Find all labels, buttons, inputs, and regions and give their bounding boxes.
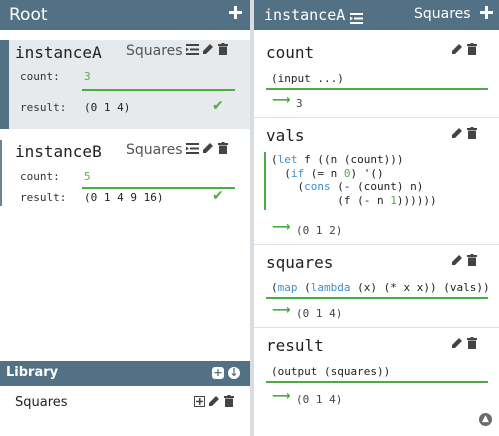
trash-icon[interactable]	[466, 254, 477, 269]
download-circle-icon[interactable]: ↓	[228, 367, 240, 379]
add-box-icon[interactable]	[194, 396, 205, 410]
trash-icon[interactable]	[466, 127, 477, 142]
cell-output: 3	[296, 97, 303, 110]
count-input[interactable]: 5	[84, 170, 91, 183]
root-pane: Root instanceA Squares count: 3 result: …	[0, 0, 250, 436]
cell-controls	[452, 127, 477, 142]
instance-type: Squares	[126, 142, 183, 158]
count-input[interactable]: 3	[84, 70, 91, 83]
count-label: count:	[20, 170, 60, 183]
library-item[interactable]: Squares	[15, 395, 68, 410]
count-underline	[82, 89, 235, 91]
add-box-icon[interactable]: +	[212, 367, 224, 379]
result-value: (0 1 4)	[84, 101, 131, 114]
cell-squares: squares (map (lambda (x) (* x x)) (vals)…	[254, 245, 499, 328]
instance-title: instanceA	[264, 6, 346, 24]
result-value: (0 1 4 9 16)	[84, 191, 164, 204]
instance-name: instanceA	[15, 43, 102, 62]
pencil-icon[interactable]	[203, 43, 214, 58]
cell-vals: vals (let f ((n (count))) (if (= n 0) '(…	[254, 118, 499, 245]
cell-count: count (input ...) ⟶ 3	[254, 30, 499, 118]
trash-icon[interactable]	[218, 142, 228, 157]
check-icon: ✔	[212, 188, 224, 204]
arrow-right-icon: ⟶	[272, 303, 291, 318]
list-icon[interactable]	[350, 9, 363, 24]
selected-stripe	[0, 40, 9, 129]
instance-card-a[interactable]: instanceA Squares count: 3 result: (0 1 …	[0, 40, 250, 129]
cell-title: count	[266, 43, 315, 62]
code-underline	[266, 381, 488, 383]
instance-type: Squares	[414, 6, 471, 22]
code-underline	[266, 88, 488, 90]
scroll-up-icon[interactable]: ▲	[479, 413, 492, 426]
trash-icon[interactable]	[218, 43, 228, 58]
code-bar	[264, 152, 266, 210]
cell-controls	[452, 337, 477, 352]
arrow-right-icon: ⟶	[272, 93, 291, 108]
cell-code[interactable]: (input ...)	[271, 72, 344, 86]
arrow-right-icon: ⟶	[272, 389, 291, 404]
instance-header: instanceA Squares	[254, 0, 499, 30]
instance-type: Squares	[126, 43, 183, 59]
cell-controls	[452, 254, 477, 269]
cell-code[interactable]: (output (squares))	[271, 365, 390, 379]
add-cell-plus-icon[interactable]	[480, 6, 493, 19]
cell-result: result (output (squares)) ⟶ (0 1 4)	[254, 328, 499, 408]
trash-icon[interactable]	[466, 43, 477, 58]
trash-icon[interactable]	[224, 395, 234, 410]
result-label: result:	[20, 191, 67, 204]
pencil-icon[interactable]	[452, 338, 463, 352]
pencil-icon[interactable]	[452, 44, 463, 58]
instance-name: instanceB	[15, 142, 102, 161]
pencil-icon[interactable]	[452, 255, 463, 269]
root-title: Root	[9, 5, 48, 25]
cell-title: result	[266, 336, 324, 355]
cell-title: vals	[266, 126, 305, 145]
root-header: Root	[0, 0, 250, 30]
count-label: count:	[20, 70, 60, 83]
library-header: Library + ↓	[0, 361, 250, 386]
result-label: result:	[20, 101, 67, 114]
trash-icon[interactable]	[466, 337, 477, 352]
card-stripe	[0, 140, 2, 206]
instance-pane: instanceA Squares count (input ...) ⟶ 3 …	[254, 0, 499, 436]
pencil-icon[interactable]	[203, 142, 214, 157]
instance-card-b[interactable]: instanceB Squares count: 5 result: (0 1 …	[0, 140, 250, 206]
cell-output: (0 1 4)	[296, 307, 343, 320]
pencil-icon[interactable]	[209, 395, 220, 410]
list-icon[interactable]	[186, 143, 199, 157]
cell-controls	[452, 43, 477, 58]
cell-code[interactable]: (map (lambda (x) (* x x)) (vals))	[271, 281, 490, 295]
check-icon: ✔	[212, 98, 224, 114]
cell-title: squares	[266, 253, 334, 272]
code-underline	[266, 297, 488, 299]
pencil-icon[interactable]	[452, 128, 463, 142]
cell-output: (0 1 4)	[296, 393, 343, 406]
cell-code[interactable]: (let f ((n (count))) (if (= n 0) '() (co…	[271, 153, 437, 207]
add-instance-plus-icon[interactable]	[229, 6, 242, 19]
list-icon[interactable]	[186, 44, 199, 58]
arrow-right-icon: ⟶	[272, 220, 291, 235]
library-title: Library	[6, 365, 59, 380]
cell-output: (0 1 2)	[296, 224, 343, 237]
